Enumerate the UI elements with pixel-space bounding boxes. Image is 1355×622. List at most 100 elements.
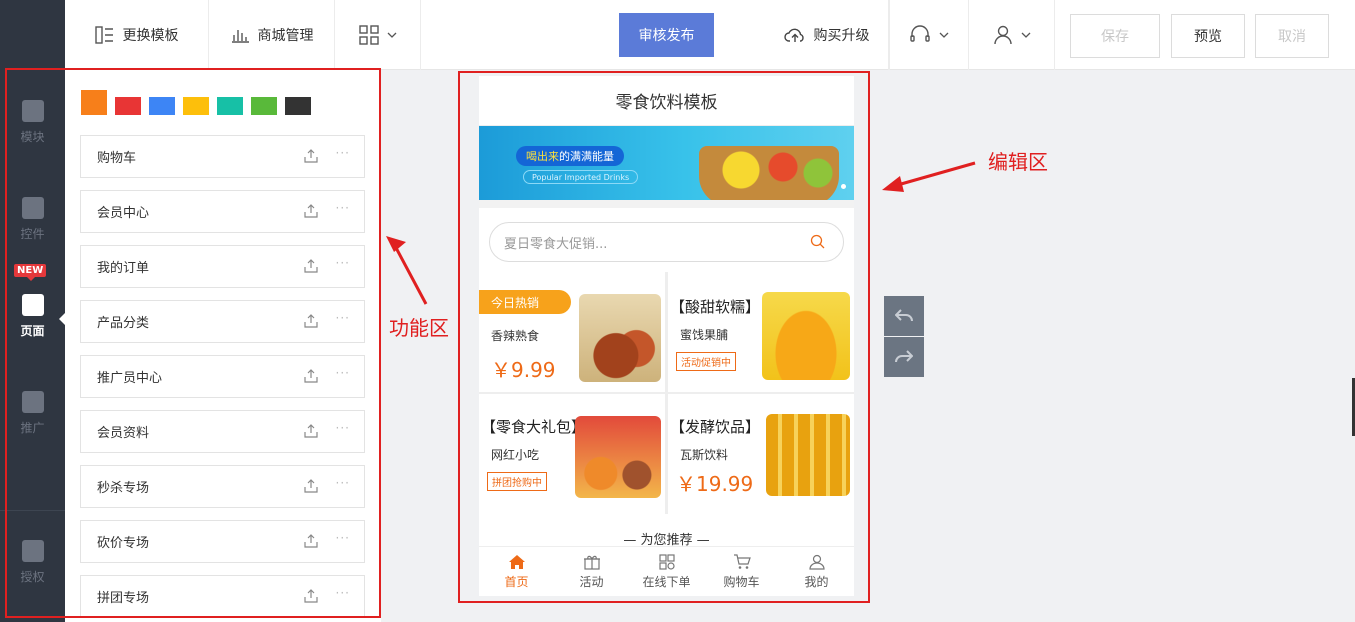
more-icon[interactable]: ··· [336,256,350,270]
cancel-button[interactable]: 取消 [1255,14,1329,58]
preview-button[interactable]: 预览 [1171,14,1245,58]
user-icon [808,554,825,570]
page-icon [21,294,44,316]
product-card[interactable]: 今日热销 香辣熟食 ￥9.99 [479,272,665,392]
func-item[interactable]: 推广员中心 ··· [80,355,365,398]
func-item[interactable]: 拼团专场 ··· [80,575,365,618]
func-item-label: 会员资料 [97,426,150,441]
func-item-label: 会员中心 [97,206,150,221]
more-icon[interactable]: ··· [336,366,350,380]
func-item[interactable]: 秒杀专场 ··· [80,465,365,508]
swatch-red[interactable] [115,97,141,115]
undo-button[interactable] [884,296,924,336]
tab-label: 我的 [804,574,829,589]
func-item[interactable]: 我的订单 ··· [80,245,365,288]
swatch-green[interactable] [251,97,277,115]
mall-manage-button[interactable]: 商城管理 [209,0,335,70]
more-icon[interactable]: ··· [336,201,350,215]
share-icon[interactable] [304,149,318,163]
phone-preview[interactable]: 零食饮料模板 喝出来 的满满能量 Popular Imported Drinks… [479,76,854,596]
product-title: 【零食大礼包】 [481,418,587,436]
apps-menu-button[interactable] [335,0,421,70]
swatch-blue[interactable] [149,97,175,115]
rail-item-widget[interactable]: 控件 [0,197,65,242]
dried-mango-image [762,292,850,380]
swatch-black[interactable] [285,97,311,115]
more-icon[interactable]: ··· [336,311,350,325]
buy-upgrade-button[interactable]: 购买升级 [765,0,889,70]
megaphone-icon [21,391,44,413]
func-item[interactable]: 购物车 ··· [80,135,365,178]
tab-activity[interactable]: 活动 [554,547,629,596]
share-icon[interactable] [304,204,318,218]
function-area-arrow [386,236,428,305]
cloud-upload-icon [783,28,804,42]
change-template-label: 更换模板 [122,28,179,44]
func-item-label: 推广员中心 [97,371,163,386]
support-menu-button[interactable] [889,0,969,70]
cart-icon [733,553,751,569]
rail-item-page[interactable]: 页面 [0,294,65,339]
share-icon[interactable] [304,479,318,493]
share-icon[interactable] [304,369,318,383]
share-icon[interactable] [304,314,318,328]
top-toolbar: 更换模板 商城管理 审核发布 购买升级 保存 预览 取消 [65,0,1355,70]
change-template-button[interactable]: 更换模板 [65,0,209,70]
func-item[interactable]: 会员中心 ··· [80,190,365,233]
search-input[interactable]: 夏日零食大促销... [489,222,844,262]
widget-icon [21,197,44,219]
rail-item-promote[interactable]: 推广 [0,391,65,436]
product-name: 网红小吃 [491,448,540,462]
phone-page-title: 零食饮料模板 [479,76,854,126]
carousel-dot[interactable] [841,184,846,189]
product-card[interactable]: 【酸甜软糯】 蜜饯果脯 活动促销中 [668,272,854,392]
tab-home[interactable]: 首页 [479,547,554,596]
hot-sale-badge: 今日热销 [479,290,571,314]
share-icon[interactable] [304,534,318,548]
undo-icon [895,309,913,322]
promo-tag: 活动促销中 [676,352,736,371]
product-card[interactable]: 【零食大礼包】 网红小吃 拼团抢购中 [479,394,665,514]
share-icon[interactable] [304,589,318,603]
search-icon[interactable] [810,234,825,249]
more-icon[interactable]: ··· [336,531,350,545]
tab-mine[interactable]: 我的 [779,547,854,596]
swatch-teal[interactable] [217,97,243,115]
bar-chart-icon [231,30,249,43]
product-name: 香辣熟食 [491,329,540,343]
share-icon[interactable] [304,259,318,273]
more-icon[interactable]: ··· [336,421,350,435]
func-item[interactable]: 会员资料 ··· [80,410,365,453]
rail-item-label: 推广 [20,421,45,435]
product-title: 【发酵饮品】 [670,418,761,436]
tab-online-order[interactable]: 在线下单 [629,547,704,596]
banner-carousel[interactable]: 喝出来 的满满能量 Popular Imported Drinks [479,126,854,200]
fruit-basket-image [699,146,839,200]
func-item-label: 产品分类 [97,316,150,331]
redo-button[interactable] [884,337,924,377]
user-menu-button[interactable] [969,0,1055,70]
tab-label: 活动 [579,574,604,589]
func-item[interactable]: 砍价专场 ··· [80,520,365,563]
more-icon[interactable]: ··· [336,146,350,160]
promo-tag: 拼团抢购中 [487,472,547,491]
product-grid: 今日热销 香辣熟食 ￥9.99 【酸甜软糯】 蜜饯果脯 活动促销中 【零食大礼包… [479,272,854,514]
save-button[interactable]: 保存 [1070,14,1160,58]
more-icon[interactable]: ··· [336,586,350,600]
rail-item-module[interactable]: 模块 [0,100,65,145]
tab-cart[interactable]: 购物车 [704,547,779,596]
swatch-orange[interactable] [81,90,107,115]
edit-area-label: 编辑区 [988,150,1048,174]
share-icon[interactable] [304,424,318,438]
grid-icon [358,25,379,45]
func-item-label: 秒杀专场 [97,481,150,496]
more-icon[interactable]: ··· [336,476,350,490]
chevron-down-icon [1021,32,1030,38]
rail-item-authorize[interactable]: 授权 [0,540,65,585]
swatch-yellow[interactable] [183,97,209,115]
review-publish-button[interactable]: 审核发布 [619,13,714,57]
product-card[interactable]: 【发酵饮品】 瓦斯饮料 ￥19.99 [668,394,854,514]
func-item[interactable]: 产品分类 ··· [80,300,365,343]
rail-item-label: 控件 [20,227,45,241]
func-item-label: 我的订单 [97,261,150,276]
